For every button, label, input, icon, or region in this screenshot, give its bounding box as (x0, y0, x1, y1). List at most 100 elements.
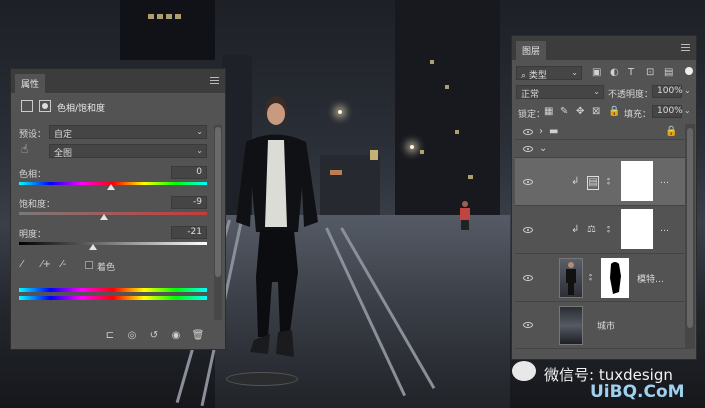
filter-value: 类型 (528, 71, 547, 81)
visibility-eye-icon[interactable] (523, 179, 533, 185)
panel-menu-icon[interactable] (681, 44, 690, 51)
layer-row-city[interactable]: 城市 (515, 302, 685, 349)
properties-tab[interactable]: 属性 (15, 74, 46, 93)
layer-mask-thumbnail[interactable] (621, 209, 653, 249)
saturation-label: 饱和度： (19, 200, 56, 210)
opacity-label: 不透明度： (608, 90, 654, 100)
layer-name[interactable]: 城市 (597, 319, 615, 332)
chevron-down-icon: ⌄ (196, 146, 203, 155)
lock-icon: 🔒 (665, 126, 678, 137)
saturation-slider-track[interactable] (19, 212, 207, 215)
layer-name[interactable]: 模特… (637, 272, 664, 285)
layer-thumbnail[interactable] (559, 258, 583, 298)
hue-spectrum-bar-bottom (19, 296, 207, 300)
layer-mask-thumbnail[interactable] (621, 161, 653, 201)
shape-filter-icon[interactable]: ⊡ (646, 67, 654, 79)
chain-link-icon[interactable]: ⦂ (607, 224, 610, 236)
opacity-input[interactable]: 100% (652, 85, 683, 98)
eyedropper-plus-icon[interactable]: ⁄+ (41, 259, 51, 271)
chevron-down-icon: ⌄ (593, 87, 600, 96)
layer-filter-dropdown[interactable]: ⌕ 类型 ⌄ (516, 66, 582, 81)
layer-row-subgroup[interactable]: ⌄ (515, 140, 685, 158)
layer-thumbnail[interactable] (559, 306, 583, 345)
scrollbar[interactable] (214, 125, 222, 320)
panel-menu-icon[interactable] (210, 77, 219, 84)
layers-tab[interactable]: 图层 (516, 41, 547, 60)
targeted-adjustment-hand-icon[interactable]: ☝ (21, 143, 28, 155)
smart-object-filter-icon[interactable]: ▤ (664, 67, 673, 79)
adjustment-filter-icon[interactable]: ◐ (610, 67, 619, 79)
colorize-checkbox[interactable] (85, 261, 93, 269)
fill-input[interactable]: 100% (652, 105, 683, 118)
colorize-label: 着色 (97, 263, 116, 273)
search-icon: ⌕ (521, 71, 529, 81)
channel-value: 全图 (54, 149, 73, 159)
lightness-slider-track[interactable] (19, 242, 207, 245)
chevron-down-icon[interactable]: ⌄ (539, 143, 547, 155)
layer-name[interactable]: … (660, 176, 669, 186)
preset-label: 预设： (19, 130, 47, 140)
clip-to-layer-icon[interactable]: ⊏ (103, 330, 117, 342)
eyedropper-icon[interactable]: ⁄ (21, 259, 23, 271)
lock-label: 锁定： (518, 110, 546, 120)
model-figure (236, 96, 318, 357)
chain-link-icon[interactable]: ⦂ (589, 272, 592, 284)
clip-arrow-icon: ↲ (571, 224, 580, 235)
chevron-down-icon[interactable]: ⌄ (684, 105, 691, 117)
delete-icon[interactable]: 🗑 (191, 330, 205, 342)
fill-label: 填充： (624, 110, 652, 120)
blend-mode-value: 正常 (521, 90, 540, 100)
hue-saturation-icon: ▤ (587, 176, 599, 190)
visibility-eye-icon[interactable] (523, 322, 533, 328)
chevron-down-icon: ⌄ (571, 68, 578, 77)
channel-dropdown[interactable]: 全图 ⌄ (49, 144, 207, 159)
chevron-down-icon[interactable]: ⌄ (684, 85, 691, 97)
saturation-input[interactable]: -9 (171, 196, 207, 209)
filter-toggle[interactable] (685, 67, 693, 75)
hue-spectrum-bar-top (19, 288, 207, 292)
properties-panel: 属性 色相/饱和度 预设： 自定 ⌄ ☝ 全图 ⌄ 色相： 0 饱和度： -9 … (10, 68, 226, 350)
chevron-down-icon: ⌄ (196, 127, 203, 136)
lock-transparent-pixels-icon[interactable]: ▦ (544, 106, 553, 118)
mask-icon[interactable] (39, 100, 51, 112)
adjustment-title: 色相/饱和度 (57, 104, 106, 114)
hue-slider-thumb[interactable] (107, 184, 115, 190)
wechat-logo-icon (512, 361, 536, 381)
chevron-right-icon[interactable]: › (539, 126, 543, 138)
lightness-slider-thumb[interactable] (89, 244, 97, 250)
lock-position-icon[interactable]: ✥ (576, 106, 584, 118)
visibility-eye-icon[interactable] (523, 129, 533, 135)
toggle-visibility-icon[interactable]: ◉ (169, 330, 183, 342)
saturation-slider-thumb[interactable] (100, 214, 108, 220)
eyedropper-minus-icon[interactable]: ⁄- (61, 259, 66, 271)
lock-all-icon[interactable]: 🔒 (608, 106, 620, 118)
lightness-label: 明度： (19, 230, 47, 240)
layers-scrollbar[interactable] (685, 124, 695, 349)
visibility-eye-icon[interactable] (523, 146, 533, 152)
layer-mask-thumbnail[interactable] (601, 258, 629, 298)
preset-dropdown[interactable]: 自定 ⌄ (49, 125, 207, 140)
hue-input[interactable]: 0 (171, 166, 207, 179)
chain-link-icon[interactable]: ⦂ (607, 176, 610, 188)
layer-row-hue-saturation[interactable]: ↲ ▤ ⦂ … (515, 158, 685, 206)
visibility-eye-icon[interactable] (523, 275, 533, 281)
lightness-input[interactable]: -21 (171, 226, 207, 239)
type-filter-icon[interactable]: T (628, 67, 634, 79)
lock-artboard-icon[interactable]: ⊠ (592, 106, 600, 118)
pixel-filter-icon[interactable]: ▣ (592, 67, 601, 79)
blend-mode-dropdown[interactable]: 正常 ⌄ (516, 85, 604, 100)
lock-image-pixels-icon[interactable]: ✎ (560, 106, 568, 118)
layer-row-group[interactable]: › ▬ 🔒 (515, 124, 685, 140)
preset-value: 自定 (54, 130, 73, 140)
adjustment-layer-icon (21, 100, 33, 112)
layer-name[interactable]: … (660, 224, 669, 234)
visibility-eye-icon[interactable] (523, 227, 533, 233)
watermark-site: UiBQ.CoM (590, 382, 685, 402)
color-balance-icon: ⚖ (587, 224, 596, 235)
view-previous-state-icon[interactable]: ◎ (125, 330, 139, 342)
clip-arrow-icon: ↲ (571, 176, 580, 187)
folder-icon: ▬ (549, 126, 559, 137)
layer-row-color-balance[interactable]: ↲ ⚖ ⦂ … (515, 206, 685, 254)
layer-row-model[interactable]: ⦂ 模特… (515, 254, 685, 302)
reset-icon[interactable]: ↺ (147, 330, 161, 342)
